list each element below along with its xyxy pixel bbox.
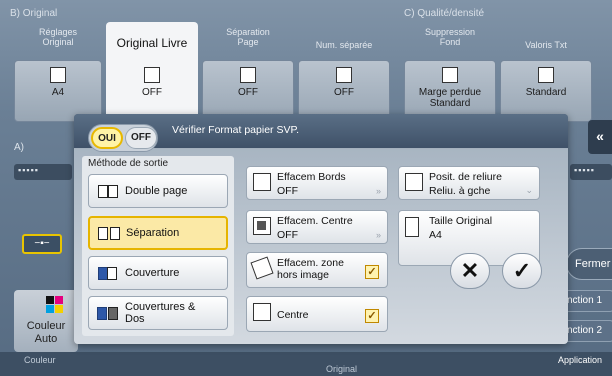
split-pages-icon (98, 225, 120, 241)
page-number-icon (336, 67, 352, 83)
chevron-right-icon: » (375, 230, 381, 240)
chevron-right-icon: » (375, 186, 381, 196)
couverture-label: Couverture (125, 267, 180, 279)
document-a-icon (50, 67, 66, 83)
center-erase-icon (253, 217, 271, 235)
document-size-icon (405, 217, 419, 237)
cover-page-icon (97, 265, 119, 281)
color-auto-label: Couleur Auto (26, 320, 66, 345)
effacem-bords-button[interactable]: Effacem Bords OFF » (246, 166, 388, 200)
tab-reglages-original[interactable]: Réglages Original (14, 22, 102, 60)
cover-back-icon (97, 305, 119, 321)
tab-original-livre[interactable]: Original Livre (106, 22, 198, 62)
tab-valoris-txt[interactable]: Valoris Txt (500, 22, 592, 60)
cancel-button[interactable]: ✕ (450, 253, 490, 289)
checkbox-checked-icon: ✓ (365, 309, 379, 323)
binding-position-icon (405, 173, 423, 191)
double-page-label: Double page (125, 185, 188, 197)
tile-valoris-txt[interactable]: Standard (500, 60, 592, 122)
background-indicator-left (14, 164, 72, 180)
open-book-icon (144, 67, 160, 83)
fonction-2-button[interactable]: nction 2 (562, 320, 612, 342)
bottom-category-bar: Couleur Original Application (0, 352, 612, 376)
effacem-centre-button[interactable]: Effacem. Centre OFF » (246, 210, 388, 244)
on-off-toggle[interactable]: OUI OFF (88, 124, 158, 152)
tile-value: OFF (142, 87, 162, 98)
status-message: Vérifier Format papier SVP. (172, 124, 300, 136)
taille-original-label: Taille Original (429, 215, 493, 227)
effacem-centre-value: OFF (277, 229, 298, 241)
couvertures-dos-button[interactable]: Couvertures & Dos (88, 296, 228, 330)
color-auto-tile[interactable]: Couleur Auto (14, 290, 78, 352)
effacem-zone-label: Effacem. zone hors image (277, 257, 344, 281)
effacem-bords-label: Effacem Bords (277, 171, 346, 183)
tile-original-livre[interactable]: OFF (106, 60, 198, 122)
separation-button[interactable]: Séparation (88, 216, 228, 250)
tile-value: Standard (525, 87, 567, 98)
centre-button[interactable]: Centre ✓ (246, 296, 388, 332)
taille-original-value: A4 (429, 229, 442, 241)
effacem-zone-button[interactable]: Effacem. zone hors image ✓ (246, 252, 388, 288)
fermer-button[interactable]: Fermer (566, 248, 612, 280)
open-book-icon (97, 183, 119, 199)
centre-label: Centre (277, 309, 309, 321)
copy-settings-screen: B) Original C) Qualité/densité Réglages … (0, 0, 612, 376)
posit-reliure-value: Reliu. à gche (429, 185, 491, 197)
double-page-button[interactable]: Double page (88, 174, 228, 208)
tile-separation-page[interactable]: OFF (202, 60, 294, 122)
split-pages-icon (240, 67, 256, 83)
toggle-off[interactable]: OFF (125, 127, 157, 149)
section-title-output-method: Méthode de sortie (88, 158, 169, 169)
separation-label: Séparation (126, 227, 180, 239)
couverture-button[interactable]: Couverture (88, 256, 228, 290)
posit-reliure-label: Posit. de reliure (429, 171, 502, 183)
tile-suppression-fond[interactable]: Marge perdue Standard (404, 60, 496, 122)
couvertures-dos-label: Couvertures & Dos (125, 301, 196, 325)
color-squares-icon (46, 296, 64, 314)
dropdown-arrow-icon: ⌄ (525, 185, 533, 195)
outside-erase-icon (250, 256, 274, 280)
tile-value: A4 (51, 87, 65, 98)
text-enhance-icon (538, 67, 554, 83)
original-livre-dialog: OUI OFF Vérifier Format papier SVP. Méth… (74, 114, 568, 344)
fonction-1-button[interactable]: nction 1 (562, 290, 612, 312)
collapse-arrow-icon[interactable]: « (588, 120, 612, 154)
background-indicator-right (570, 164, 612, 180)
section-label-a: A) (14, 142, 24, 153)
effacem-bords-value: OFF (277, 185, 298, 197)
tab-num-separee[interactable]: Num. séparée (298, 22, 390, 60)
bottom-label-couleur: Couleur (24, 355, 56, 365)
tab-separation-page[interactable]: Séparation Page (202, 22, 294, 60)
background-removal-icon (442, 67, 458, 83)
ok-button[interactable]: ✓ (502, 253, 542, 289)
tile-num-separee[interactable]: OFF (298, 60, 390, 122)
group-label-original: B) Original (10, 8, 58, 19)
posit-reliure-button[interactable]: Posit. de reliure Reliu. à gche ⌄ (398, 166, 540, 200)
tile-reglages-original[interactable]: A4 (14, 60, 102, 122)
application-button[interactable]: Application (558, 355, 602, 365)
checkbox-checked-icon: ✓ (365, 265, 379, 279)
centering-icon (253, 303, 271, 321)
effacem-centre-label: Effacem. Centre (277, 215, 353, 227)
group-label-quality: C) Qualité/densité (404, 8, 485, 19)
frame-erase-icon (253, 173, 271, 191)
bottom-label-original: Original (326, 364, 358, 374)
background-selected-button[interactable]: −▪− (22, 234, 62, 254)
tile-value: Marge perdue Standard (418, 87, 482, 109)
tab-suppression-fond[interactable]: Suppression Fond (404, 22, 496, 60)
tile-value: OFF (238, 87, 258, 98)
toggle-oui[interactable]: OUI (91, 127, 123, 149)
tile-value: OFF (334, 87, 354, 98)
